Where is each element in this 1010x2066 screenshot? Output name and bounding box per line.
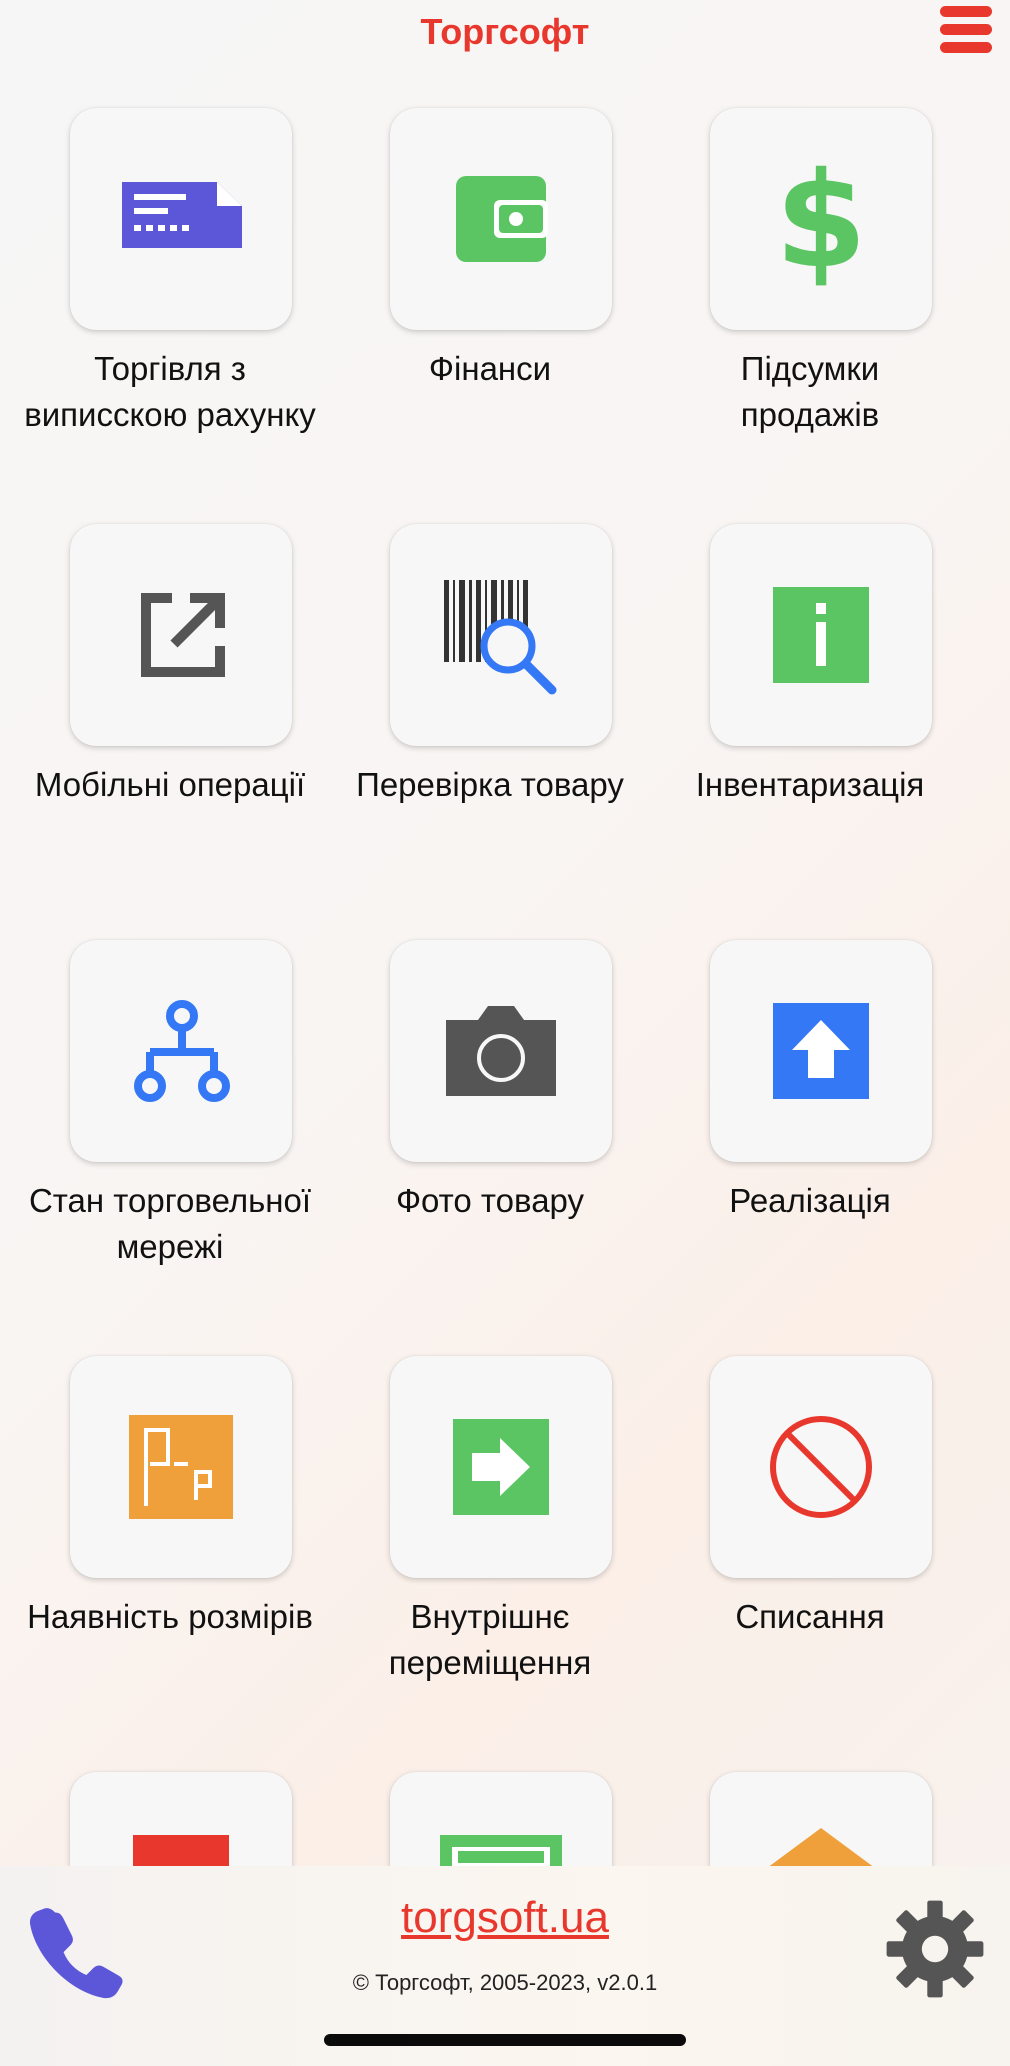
tile-label: Підсумки продажів [740, 350, 880, 433]
tile-button[interactable] [390, 1772, 612, 1866]
svg-text:$: $ [775, 144, 867, 298]
size-availability-icon [129, 1415, 233, 1519]
hamburger-menu-icon[interactable] [940, 4, 992, 54]
arrow-right-icon [453, 1419, 549, 1515]
tile-button[interactable] [710, 1356, 932, 1578]
red-document-icon [133, 1835, 229, 1866]
tile-button[interactable] [710, 1772, 932, 1866]
tile-label: Списання [735, 1598, 885, 1635]
green-card-icon [440, 1835, 562, 1866]
wallet-icon [456, 176, 548, 262]
tile-label: Мобільні операції [34, 766, 306, 803]
open-in-new-icon [141, 593, 225, 677]
tile-label: Інвентаризація [695, 766, 925, 803]
invoice-icon [122, 182, 242, 248]
tile-button[interactable] [70, 524, 292, 746]
tile-button[interactable] [390, 940, 612, 1162]
app-header: Торгсофт [0, 0, 1010, 64]
tile-label: Перевірка товару [356, 766, 624, 803]
tile-button[interactable] [70, 940, 292, 1162]
tile-button[interactable]: $ [710, 108, 932, 330]
home-indicator[interactable] [324, 2034, 686, 2046]
prohibited-icon [770, 1416, 872, 1518]
app-title: Торгсофт [420, 11, 590, 52]
tile-label: Торгівля з виписскою рахунку [24, 350, 316, 433]
barcode-search-icon [444, 580, 557, 695]
arrow-up-icon [773, 1003, 869, 1099]
gear-icon[interactable] [880, 1894, 990, 2004]
camera-icon [446, 1006, 556, 1096]
dollar-icon: $ [775, 144, 867, 298]
tile-label: Внутрішнє переміщення [388, 1598, 592, 1681]
tile-label: Реалізація [729, 1182, 891, 1219]
tile-button[interactable] [70, 108, 292, 330]
tile-button[interactable] [390, 1356, 612, 1578]
tile-label: Наявність розмірів [27, 1598, 313, 1635]
network-icon [134, 1000, 230, 1102]
info-icon [773, 587, 869, 683]
copyright-text: © Торгсофт, 2005-2023, v2.0.1 [352, 1970, 658, 1995]
tile-label: Фото товару [395, 1182, 585, 1219]
tile-button[interactable] [390, 524, 612, 746]
tile-label: Фінанси [428, 350, 552, 387]
tile-button[interactable] [390, 108, 612, 330]
tile-button[interactable] [70, 1356, 292, 1578]
tile-button[interactable] [710, 940, 932, 1162]
tile-button[interactable] [710, 524, 932, 746]
orange-up-icon [769, 1828, 873, 1866]
menu-grid: Торгівля з виписскою рахунку Фінанси $ П… [0, 64, 1010, 1866]
tile-label: Стан торговельної мережі [28, 1182, 312, 1265]
tile-button[interactable] [70, 1772, 292, 1866]
website-link[interactable]: torgsoft.ua [0, 1890, 1010, 1946]
